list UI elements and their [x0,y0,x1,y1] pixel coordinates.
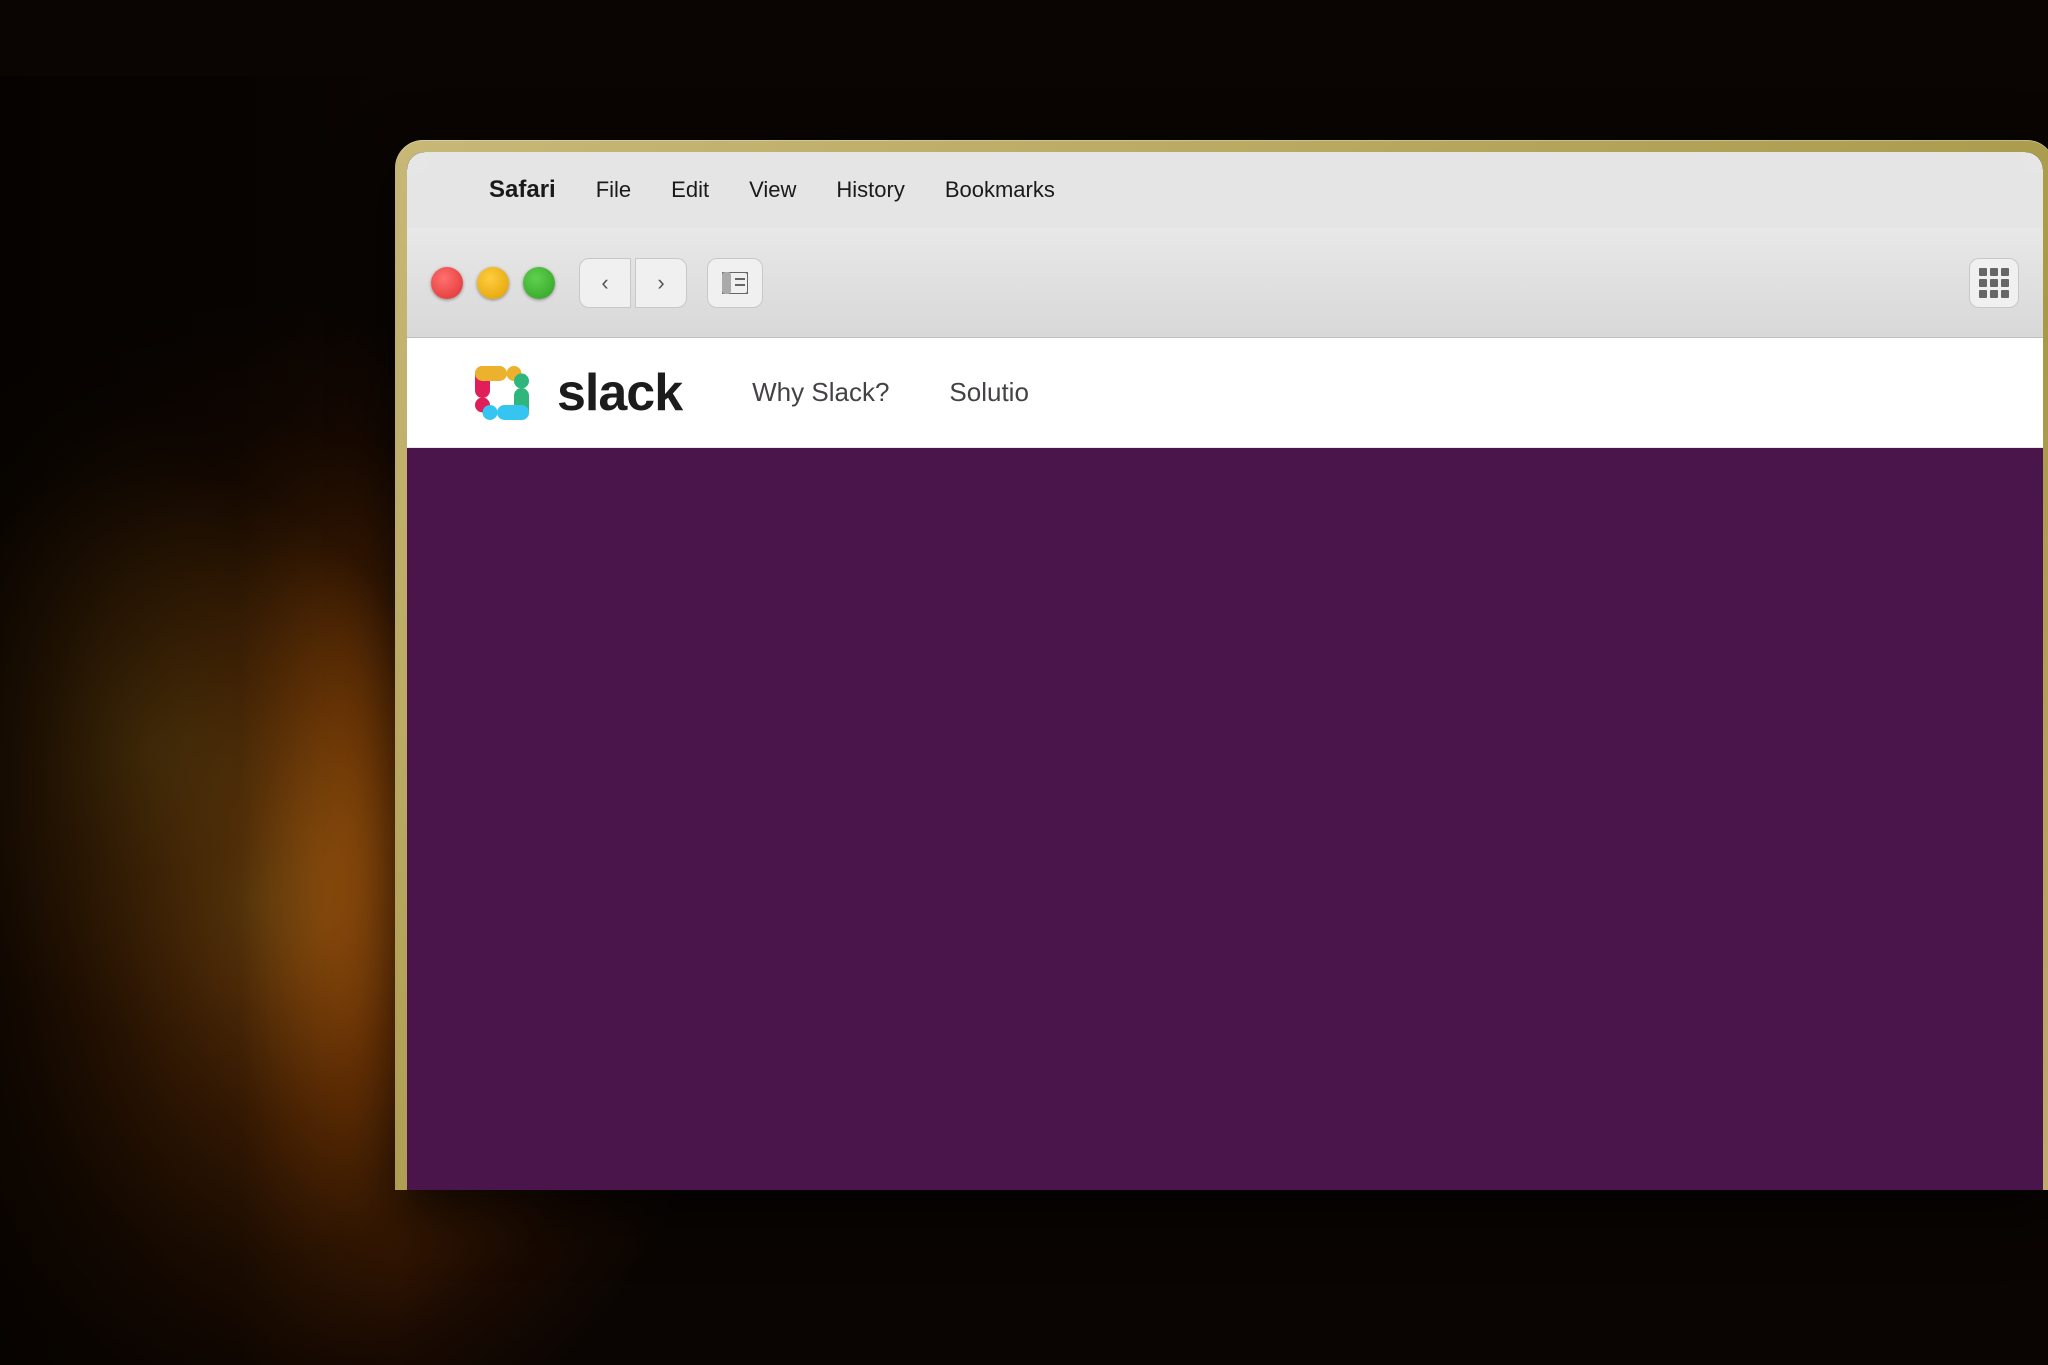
sidebar-button[interactable] [707,258,763,308]
screen-bezel: Safari File Edit View History Bookmarks … [407,152,2043,1190]
maximize-button[interactable] [523,267,555,299]
nav-solutions[interactable]: Solutio [939,377,1039,408]
nav-why-slack[interactable]: Why Slack? [742,377,899,408]
forward-button[interactable]: › [635,258,687,308]
slack-logo-icon [467,358,537,428]
safari-menu[interactable]: Safari [469,152,576,228]
apple-menu[interactable] [437,152,469,228]
view-menu[interactable]: View [729,152,816,228]
nav-buttons: ‹ › [579,258,687,308]
sidebar-icon [722,272,748,294]
grid-icon [1979,268,2009,298]
close-button[interactable] [431,267,463,299]
forward-icon: › [657,270,664,296]
slack-wordmark: slack [557,363,682,423]
macos-menubar: Safari File Edit View History Bookmarks [407,152,2043,228]
slack-navbar: slack Why Slack? Solutio [407,338,2043,448]
file-menu[interactable]: File [576,152,651,228]
website-content: slack Why Slack? Solutio [407,338,2043,1190]
edit-menu[interactable]: Edit [651,152,729,228]
slack-hero-section [407,448,2043,1190]
slack-logo[interactable]: slack [467,358,682,428]
bookmarks-menu[interactable]: Bookmarks [925,152,1075,228]
laptop-frame: Safari File Edit View History Bookmarks … [395,140,2048,1190]
history-menu[interactable]: History [816,152,924,228]
browser-toolbar: ‹ › [407,228,2043,338]
back-button[interactable]: ‹ [579,258,631,308]
back-icon: ‹ [601,270,608,296]
grid-button[interactable] [1969,258,2019,308]
minimize-button[interactable] [477,267,509,299]
traffic-lights [431,267,555,299]
